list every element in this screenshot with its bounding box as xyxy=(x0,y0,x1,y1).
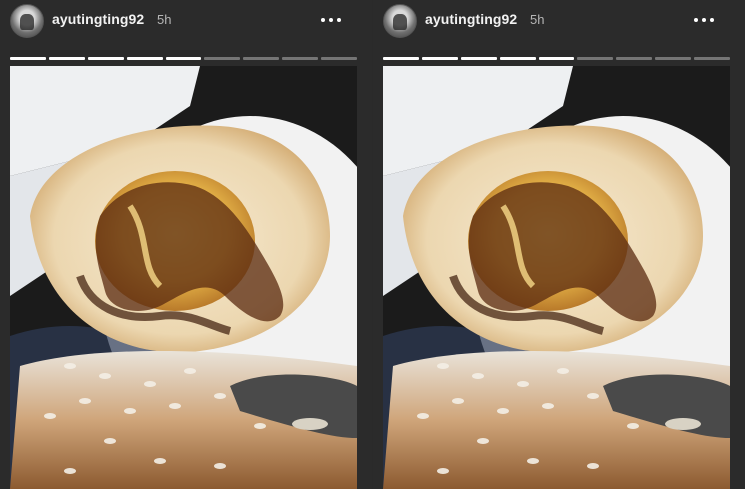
story-panel-right[interactable]: ayutingting92 5h xyxy=(373,0,745,489)
profile-avatar[interactable] xyxy=(10,4,44,38)
fried-egg-rice-photo xyxy=(10,66,357,489)
progress-segment xyxy=(538,57,575,60)
progress-segment xyxy=(655,57,692,60)
progress-segment xyxy=(421,57,458,60)
post-time: 5h xyxy=(157,12,172,27)
more-options-icon[interactable] xyxy=(316,10,346,30)
progress-segment xyxy=(10,57,46,60)
profile-avatar[interactable] xyxy=(383,4,417,38)
story-image[interactable] xyxy=(383,66,730,489)
more-options-icon[interactable] xyxy=(689,10,719,30)
progress-segment xyxy=(460,57,497,60)
progress-segment xyxy=(499,57,536,60)
story-header: ayutingting92 5h xyxy=(373,0,745,44)
post-time: 5h xyxy=(530,12,545,27)
progress-segment xyxy=(126,57,163,60)
progress-segment xyxy=(383,57,419,60)
progress-segment xyxy=(204,57,241,60)
progress-segment xyxy=(694,57,731,60)
progress-segment xyxy=(282,57,319,60)
username[interactable]: ayutingting92 xyxy=(52,11,144,27)
story-progress-bar xyxy=(10,57,358,60)
progress-segment xyxy=(87,57,124,60)
story-image[interactable] xyxy=(10,66,357,489)
fried-egg-rice-photo xyxy=(383,66,730,489)
progress-segment xyxy=(616,57,653,60)
progress-segment xyxy=(321,57,358,60)
story-panel-left[interactable]: ayutingting92 5h xyxy=(0,0,372,489)
story-viewer: ayutingting92 5h ayutingting92 5h xyxy=(0,0,745,489)
progress-segment xyxy=(48,57,85,60)
progress-segment xyxy=(243,57,280,60)
username[interactable]: ayutingting92 xyxy=(425,11,517,27)
story-progress-bar xyxy=(383,57,731,60)
progress-segment xyxy=(165,57,202,60)
story-header: ayutingting92 5h xyxy=(0,0,372,44)
progress-segment xyxy=(577,57,614,60)
